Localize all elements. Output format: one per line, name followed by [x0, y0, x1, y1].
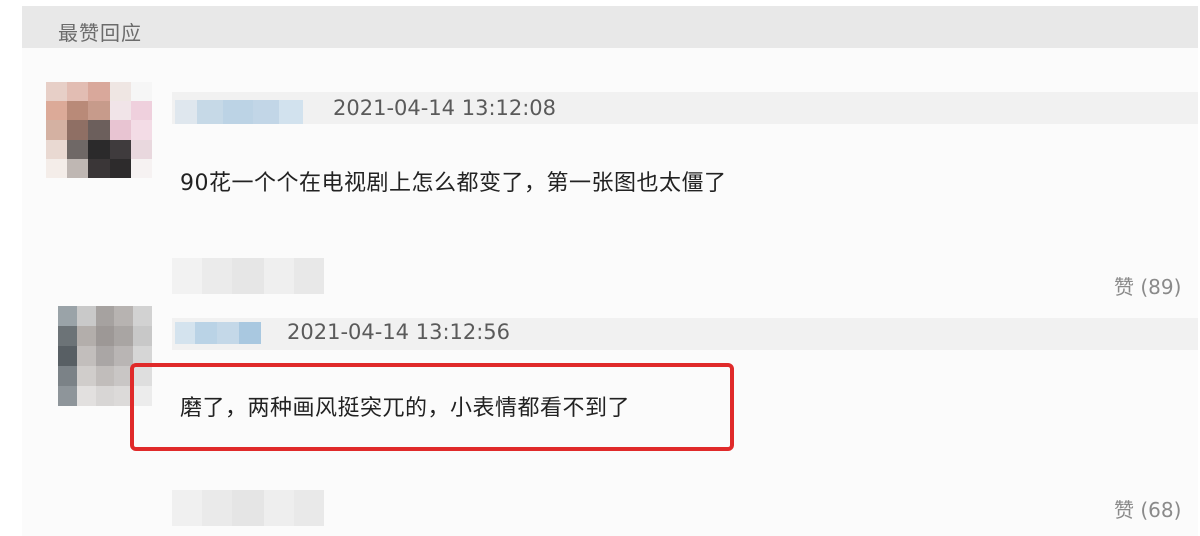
username-pixelated[interactable]: [175, 100, 303, 124]
comment-timestamp: 2021-04-14 13:12:56: [287, 320, 511, 344]
like-button[interactable]: 赞 (68): [1114, 494, 1181, 523]
comment-text: 90花一个个在电视剧上怎么都变了，第一张图也太僵了: [180, 171, 727, 196]
comment-text: 磨了，两种画风挺突兀的，小表情都看不到了: [180, 396, 631, 421]
comment-meta-bar: [172, 92, 1198, 124]
avatar[interactable]: [46, 82, 152, 178]
username-pixelated[interactable]: [175, 322, 261, 344]
like-button[interactable]: 赞 (89): [1114, 271, 1181, 300]
reply-preview-pixelated: [172, 490, 324, 526]
section-title: 最赞回应: [58, 21, 142, 45]
section-header: 最赞回应: [22, 6, 1198, 48]
comment-timestamp: 2021-04-14 13:12:08: [333, 96, 557, 120]
reply-preview-pixelated: [172, 258, 324, 294]
